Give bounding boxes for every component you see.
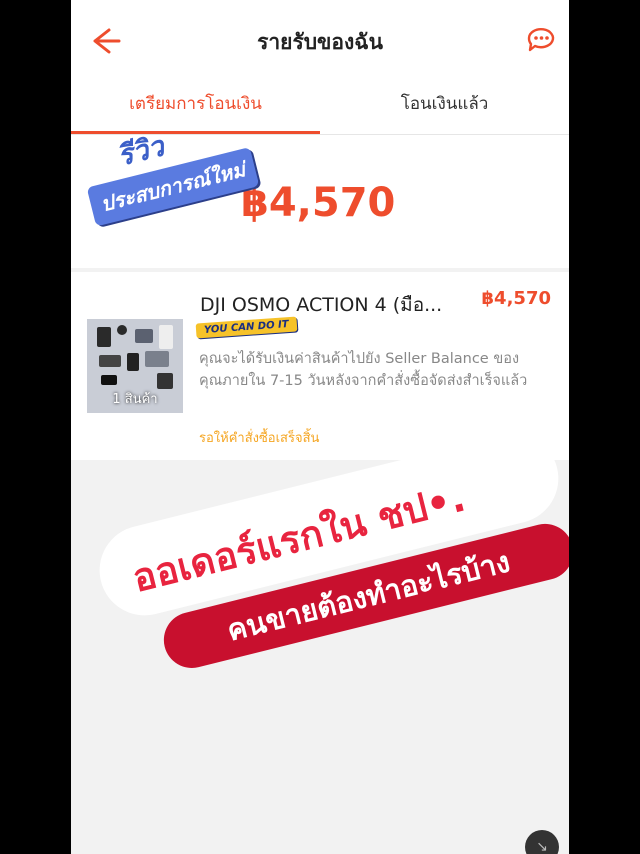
product-thumbnail[interactable]: 1 สินค้า	[87, 319, 183, 413]
product-price: ฿4,570	[481, 288, 551, 309]
pending-amount: ฿4,570	[241, 180, 396, 226]
app-screen: รายรับของฉัน เตรียมการโอนเงิน โอนเงินแล้…	[71, 0, 569, 854]
product-name[interactable]: DJI OSMO ACTION 4 (มือ...	[200, 290, 442, 320]
item-count: 1 สินค้า	[112, 392, 158, 407]
chat-bubbles-icon[interactable]	[525, 24, 559, 58]
payout-description: คุณจะได้รับเงินค่าสินค้าไปยัง Seller Bal…	[199, 351, 528, 389]
order-card[interactable]: 1 สินค้า DJI OSMO ACTION 4 (มือ... ฿4,57…	[71, 272, 569, 460]
scroll-corner-icon[interactable]: ↘	[525, 830, 559, 854]
header: รายรับของฉัน	[71, 0, 569, 82]
tab-transferred[interactable]: โอนเงินแล้ว	[320, 82, 569, 134]
order-status: รอให้คำสั่งซื้อเสร็จสิ้น	[199, 431, 320, 446]
page-title: รายรับของฉัน	[257, 30, 383, 54]
